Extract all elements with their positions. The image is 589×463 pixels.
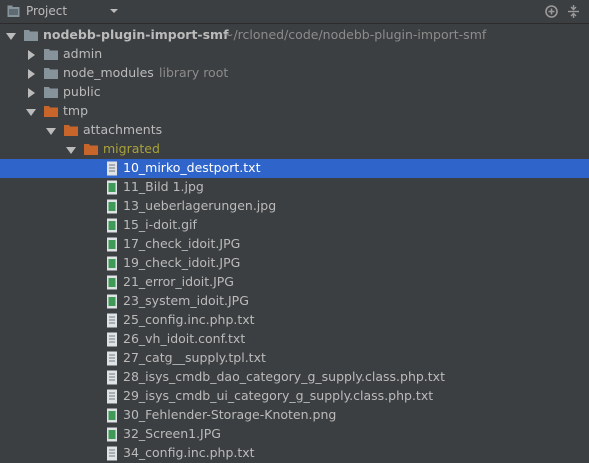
text-file-icon [107,389,117,404]
tree-row-file[interactable]: 26_vh_idoit.conf.txt [0,330,589,349]
file-label: 28_isys_cmdb_dao_category_g_supply.class… [123,369,445,384]
folder-icon [24,30,38,41]
file-label: 23_system_idoit.JPG [123,293,249,308]
file-label: 13_ueberlagerungen.jpg [123,198,277,213]
folder-label-admin: admin [63,46,103,61]
excluded-folder-icon [44,106,58,117]
collapsed-arrow-icon[interactable] [26,50,36,60]
image-file-icon [107,180,117,195]
collapsed-arrow-icon[interactable] [26,69,36,79]
text-file-icon [107,161,117,176]
file-label: 29_isys_cmdb_ui_category_g_supply.class.… [123,388,434,403]
file-label: 25_config.inc.php.txt [123,312,255,327]
tree-row-file[interactable]: 11_Bild 1.jpg [0,178,589,197]
tree-row-file[interactable]: 13_ueberlagerungen.jpg [0,197,589,216]
file-label: 17_check_idoit.JPG [123,236,241,251]
image-file-icon [107,218,117,233]
tree-row-attachments[interactable]: attachments [0,121,589,140]
expanded-arrow-icon[interactable] [26,107,36,117]
tree-row-file[interactable]: 34_config.inc.php.txt [0,444,589,463]
tree-row-file[interactable]: 29_isys_cmdb_ui_category_g_supply.class.… [0,387,589,406]
tree-row-root[interactable]: nodebb-plugin-import-smf ~/rcloned/code/… [0,26,589,45]
image-file-icon [107,275,117,290]
folder-label-tmp: tmp [63,103,89,118]
folder-icon [44,68,58,79]
folder-icon [44,49,58,60]
project-tree[interactable]: nodebb-plugin-import-smf ~/rcloned/code/… [0,24,589,461]
tree-row-file[interactable]: 17_check_idoit.JPG [0,235,589,254]
image-file-icon [107,294,117,309]
tree-row-file[interactable]: 32_Screen1.JPG [0,425,589,444]
file-label: 11_Bild 1.jpg [123,179,204,194]
expanded-arrow-icon[interactable] [66,145,76,155]
tree-row-file[interactable]: 15_i-doit.gif [0,216,589,235]
collapsed-arrow-icon[interactable] [26,88,36,98]
project-toolbar: Project [0,0,589,24]
file-label: 19_check_idoit.JPG [123,255,241,270]
folder-label-attachments: attachments [83,122,163,137]
root-folder-label: nodebb-plugin-import-smf [43,27,229,42]
settings-icon[interactable] [544,4,559,19]
folder-label-public: public [63,84,101,99]
file-label: 32_Screen1.JPG [123,426,221,441]
file-label: 27_catg__supply.tpl.txt [123,350,266,365]
image-file-icon [107,256,117,271]
project-view-title[interactable]: Project [26,4,67,18]
chevron-down-icon[interactable] [109,6,119,16]
text-file-icon [107,332,117,347]
folder-label-node-modules: node_modules [63,65,154,80]
library-root-hint: library root [159,65,229,80]
text-file-icon [107,313,117,328]
file-label: 21_error_idoit.JPG [123,274,234,289]
tree-row-public[interactable]: public [0,83,589,102]
folder-label-migrated: migrated [103,141,160,156]
tree-row-admin[interactable]: admin [0,45,589,64]
excluded-folder-icon [84,144,98,155]
tree-row-file[interactable]: 19_check_idoit.JPG [0,254,589,273]
image-file-icon [107,199,117,214]
tree-row-file[interactable]: 27_catg__supply.tpl.txt [0,349,589,368]
project-icon [7,5,20,17]
tree-row-migrated[interactable]: migrated [0,140,589,159]
file-label: 26_vh_idoit.conf.txt [123,331,246,346]
expanded-arrow-icon[interactable] [46,126,56,136]
tree-row-file[interactable]: 23_system_idoit.JPG [0,292,589,311]
folder-icon [44,87,58,98]
text-file-icon [107,370,117,385]
collapse-icon[interactable] [566,4,581,19]
image-file-icon [107,427,117,442]
root-path-hint: ~/rcloned/code/nodebb-plugin-import-smf [223,27,487,42]
expanded-arrow-icon[interactable] [6,31,16,41]
file-label: 10_mirko_destport.txt [123,160,261,175]
file-label: 34_config.inc.php.txt [123,445,255,460]
excluded-folder-icon [64,125,78,136]
image-file-icon [107,408,117,423]
tree-row-file[interactable]: 10_mirko_destport.txt [0,159,589,178]
tree-row-tmp[interactable]: tmp [0,102,589,121]
tree-row-file[interactable]: 28_isys_cmdb_dao_category_g_supply.class… [0,368,589,387]
tree-row-file[interactable]: 25_config.inc.php.txt [0,311,589,330]
tree-row-file[interactable]: 30_Fehlender-Storage-Knoten.png [0,406,589,425]
tree-row-file[interactable]: 21_error_idoit.JPG [0,273,589,292]
image-file-icon [107,237,117,252]
tree-row-node-modules[interactable]: node_modules library root [0,64,589,83]
file-label: 30_Fehlender-Storage-Knoten.png [123,407,337,422]
text-file-icon [107,351,117,366]
file-label: 15_i-doit.gif [123,217,197,232]
